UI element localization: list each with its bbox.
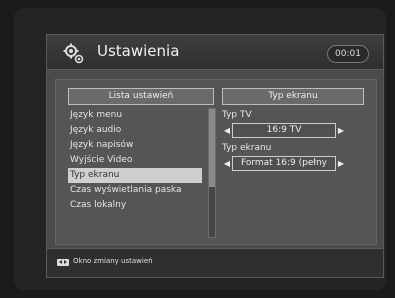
settings-list: Język menu Język audio Język napisów Wyj… (68, 108, 202, 213)
settings-list-header: Lista ustawień (68, 88, 214, 105)
detail-panel: Typ ekranu Typ TV ◀ 16:9 TV ▶ Typ ekranu… (222, 88, 364, 238)
gear-icon (63, 43, 84, 64)
settings-list-panel: Lista ustawień Język menu Język audio Ję… (68, 88, 216, 238)
list-item-audio-language[interactable]: Język audio (68, 123, 202, 138)
list-item-menu-language[interactable]: Język menu (68, 108, 202, 123)
tv-type-label: Typ TV (222, 110, 252, 120)
scroll-thumb[interactable] (209, 109, 215, 187)
left-right-keys-icon (57, 259, 69, 266)
right-arrow-icon[interactable]: ▶ (336, 126, 346, 135)
right-arrow-icon[interactable]: ▶ (336, 159, 346, 168)
list-item-banner-time[interactable]: Czas wyświetlania paska (68, 183, 202, 198)
list-item-screen-type[interactable]: Typ ekranu (68, 168, 202, 183)
list-item-video-output[interactable]: Wyjście Video (68, 153, 202, 168)
list-item-local-time[interactable]: Czas lokalny (68, 198, 202, 213)
help-text: Okno zmiany ustawień (73, 257, 153, 265)
screen-type-selector[interactable]: ◀ Format 16:9 (pełny ▶ (222, 155, 364, 171)
tv-type-value[interactable]: 16:9 TV (232, 122, 336, 138)
left-arrow-icon[interactable]: ◀ (222, 159, 232, 168)
screen-type-value[interactable]: Format 16:9 (pełny (232, 155, 336, 171)
list-scrollbar[interactable] (208, 108, 216, 238)
detail-header: Typ ekranu (222, 88, 364, 105)
page-title: Ustawienia (97, 42, 180, 60)
content-area: Lista ustawień Język menu Język audio Ję… (55, 79, 377, 245)
tv-screen: Ustawienia 00:01 Lista ustawień Język me… (14, 8, 386, 290)
title-bar: Ustawienia 00:01 (47, 35, 383, 70)
settings-window: Ustawienia 00:01 Lista ustawień Język me… (46, 34, 384, 278)
left-arrow-icon[interactable]: ◀ (222, 126, 232, 135)
clock: 00:01 (327, 45, 369, 63)
tv-type-selector[interactable]: ◀ 16:9 TV ▶ (222, 122, 364, 138)
list-item-subtitle-language[interactable]: Język napisów (68, 138, 202, 153)
screen-type-label: Typ ekranu (222, 143, 272, 153)
help-bar: Okno zmiany ustawień (47, 248, 383, 277)
